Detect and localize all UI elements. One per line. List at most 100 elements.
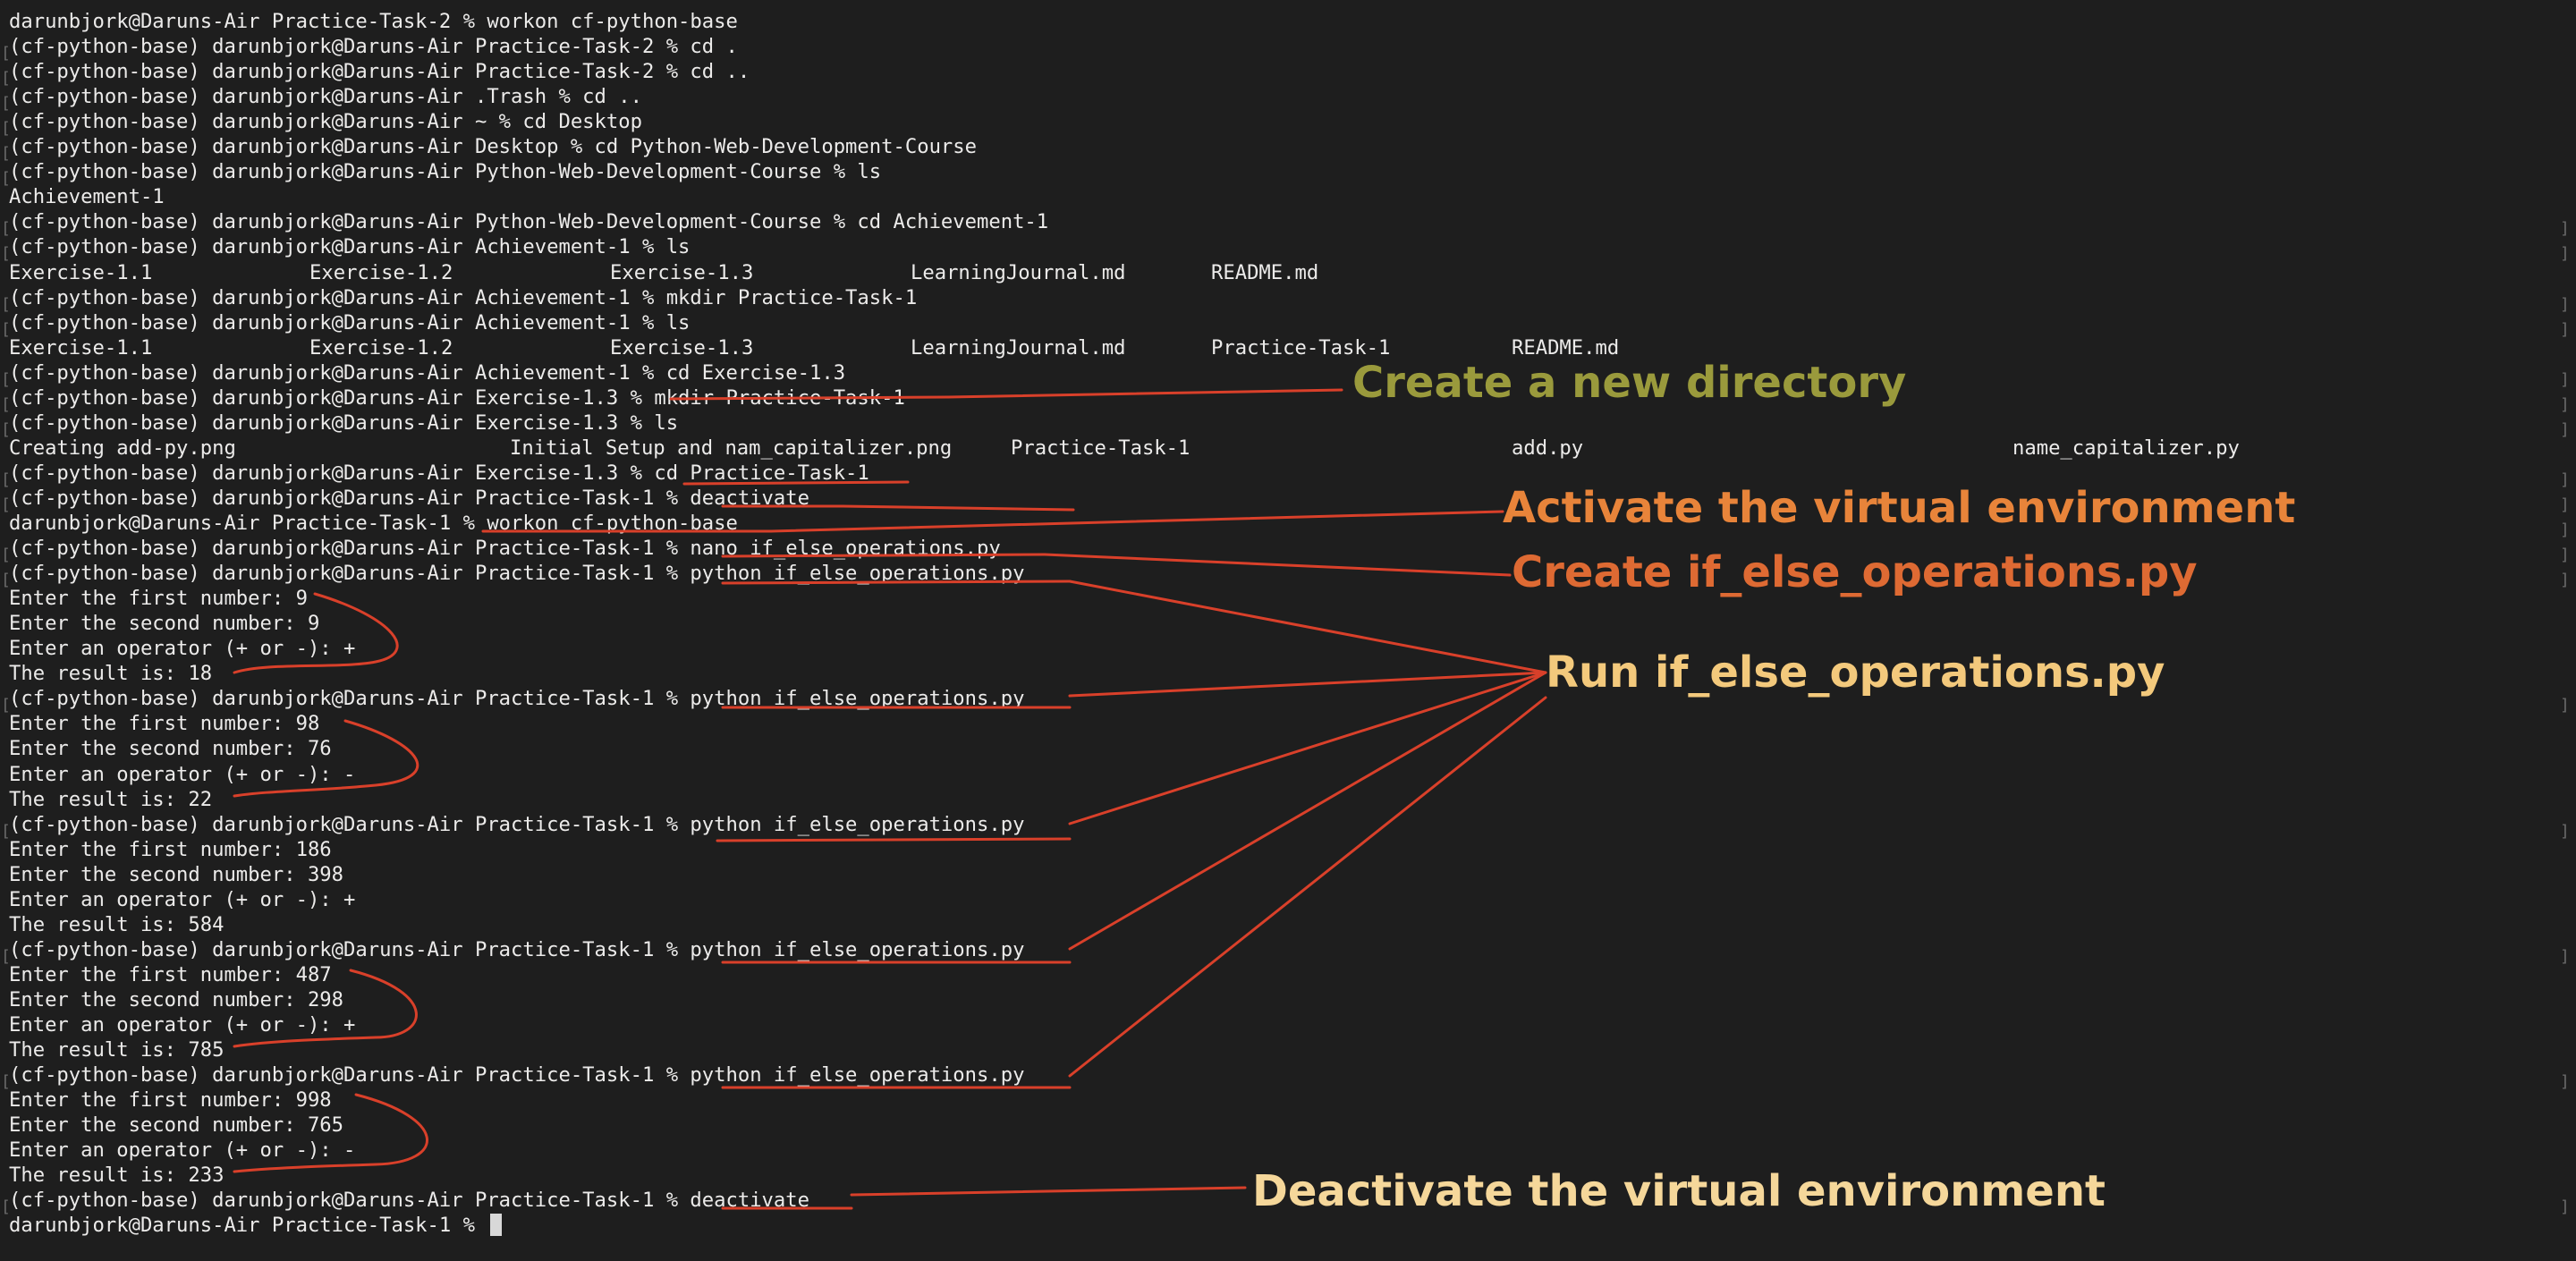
line-mark-right: ] [2560,1198,2570,1217]
prompt-line: (cf-python-base) darunbjork@Daruns-Air P… [9,537,1001,561]
output-line: Enter the first number: 998 [9,1088,332,1113]
line-mark-left: [ [1,571,11,590]
line-mark-left: [ [1,119,11,139]
line-mark-left: [ [1,219,11,239]
output-line: Enter the first number: 98 [9,712,320,736]
output-line: Enter the second number: 76 [9,737,332,761]
prompt-line: (cf-python-base) darunbjork@Daruns-Air E… [9,410,679,435]
line-mark-left: [ [1,369,11,389]
prompt-line: (cf-python-base) darunbjork@Daruns-Air A… [9,235,691,259]
ls-entry: Exercise-1.2 [309,260,453,284]
line-mark-left: [ [1,696,11,715]
prompt-line: (cf-python-base) darunbjork@Daruns-Air ~… [9,110,642,134]
output-line: Enter the second number: 9 [9,612,320,636]
line-mark-right: ] [2560,571,2570,590]
line-mark-right: ] [2560,369,2570,389]
ls-entry: Exercise-1.2 [309,335,453,360]
output-line: Enter an operator (+ or -): + [9,1013,356,1037]
output-line: The result is: 584 [9,912,225,936]
prompt-line: (cf-python-base) darunbjork@Daruns-Air E… [9,461,869,485]
output-line: Enter the second number: 398 [9,862,344,886]
line-mark-right: ] [2560,546,2570,565]
line-mark-right: ] [2560,244,2570,264]
output-line: Enter an operator (+ or -): - [9,762,356,786]
prompt-line: (cf-python-base) darunbjork@Daruns-Air P… [9,1189,809,1213]
ls-entry: LearningJournal.md [911,335,1126,360]
prompt-line: (cf-python-base) darunbjork@Daruns-Air A… [9,310,691,334]
annotation-run-file: Run if_else_operations.py [1546,647,2165,698]
ls-entry: add.py [1512,436,1584,460]
line-mark-left: [ [1,44,11,63]
line-mark-left: [ [1,1072,11,1092]
line-mark-left: [ [1,419,11,439]
ls-entry: Practice-Task-1 [1211,335,1391,360]
output-line: The result is: 233 [9,1164,225,1188]
line-mark-right: ] [2560,520,2570,539]
line-mark-left: [ [1,1198,11,1217]
line-mark-left: [ [1,144,11,164]
prompt-line: (cf-python-base) darunbjork@Daruns-Air P… [9,812,1025,836]
output-line: Enter the second number: 298 [9,987,344,1011]
prompt-line: (cf-python-base) darunbjork@Daruns-Air P… [9,160,882,184]
prompt-line: (cf-python-base) darunbjork@Daruns-Air A… [9,360,846,385]
line-mark-left: [ [1,94,11,114]
prompt-line: (cf-python-base) darunbjork@Daruns-Air P… [9,1063,1025,1088]
ls-entry: README.md [1512,335,1620,360]
prompt-line: darunbjork@Daruns-Air Practice-Task-1 % … [9,512,738,535]
line-mark-right: ] [2560,1072,2570,1092]
output-line: Enter an operator (+ or -): + [9,637,356,661]
ls-output-line: Exercise-1.1 Exercise-1.2 Exercise-1.3 Lear… [9,260,2513,285]
ls-entry: Practice-Task-1 [1011,436,1191,460]
prompt-line: (cf-python-base) darunbjork@Daruns-Air P… [9,210,1049,234]
line-mark-left: [ [1,470,11,489]
line-mark-left: [ [1,69,11,89]
output-line: Enter the first number: 9 [9,587,308,611]
prompt-line: (cf-python-base) darunbjork@Daruns-Air P… [9,937,1025,961]
line-mark-right: ] [2560,219,2570,239]
ls-output-line: Creating add-py.png Initial Setup and nam… [9,436,2513,461]
prompt-line: (cf-python-base) darunbjork@Daruns-Air E… [9,385,905,410]
prompt-line: (cf-python-base) darunbjork@Daruns-Air P… [9,35,738,59]
ls-entry: Creating add-py.png [9,436,236,460]
output-line: Enter the second number: 765 [9,1113,344,1138]
line-mark-left: [ [1,546,11,565]
ls-entry: Initial Setup and nam_capitalizer.png [510,436,953,460]
prompt-line: (cf-python-base) darunbjork@Daruns-Air P… [9,562,1025,586]
output-line: The result is: 785 [9,1038,225,1062]
line-mark-left: [ [1,946,11,966]
line-mark-right: ] [2560,394,2570,414]
output-line: Enter the first number: 487 [9,962,332,986]
prompt-line: (cf-python-base) darunbjork@Daruns-Air P… [9,60,750,84]
annotation-activate-venv: Activate the virtual environment [1503,483,2296,533]
text-cursor [490,1214,503,1237]
line-mark-right: ] [2560,946,2570,966]
output-line: Enter the first number: 186 [9,837,332,861]
ls-entry: README.md [1211,260,1319,284]
terminal-window[interactable]: darunbjork@Daruns-Air Practice-Task-2 % … [1,7,2570,1259]
line-mark-right: ] [2560,294,2570,314]
ls-entry: Exercise-1.3 [610,335,754,360]
ls-output-line: Exercise-1.1 Exercise-1.2 Exercise-1.3 Lear… [9,335,2513,360]
line-mark-left: [ [1,319,11,339]
ls-entry: Exercise-1.1 [9,335,153,360]
line-mark-right: ] [2560,821,2570,841]
prompt-line: (cf-python-base) darunbjork@Daruns-Air A… [9,285,918,309]
ls-entry: LearningJournal.md [911,260,1126,284]
output-line: Achievement-1 [9,185,165,209]
annotation-create-directory: Create a new directory [1352,358,1907,408]
line-mark-left: [ [1,495,11,514]
prompt-line: (cf-python-base) darunbjork@Daruns-Air P… [9,687,1025,711]
prompt-line: (cf-python-base) darunbjork@Daruns-Air P… [9,486,809,510]
annotation-deactivate-venv: Deactivate the virtual environment [1252,1166,2106,1216]
line-mark-left: [ [1,244,11,264]
line-mark-right: ] [2560,419,2570,439]
line-mark-right: ] [2560,319,2570,339]
prompt-line: darunbjork@Daruns-Air Practice-Task-2 % … [9,10,738,33]
line-mark-left: [ [1,394,11,414]
output-line: Enter an operator (+ or -): - [9,1138,356,1163]
prompt-line: (cf-python-base) darunbjork@Daruns-Air .… [9,85,642,109]
ls-entry: Exercise-1.1 [9,260,153,284]
ls-entry: Exercise-1.3 [610,260,754,284]
line-mark-left: [ [1,821,11,841]
line-mark-left: [ [1,294,11,314]
